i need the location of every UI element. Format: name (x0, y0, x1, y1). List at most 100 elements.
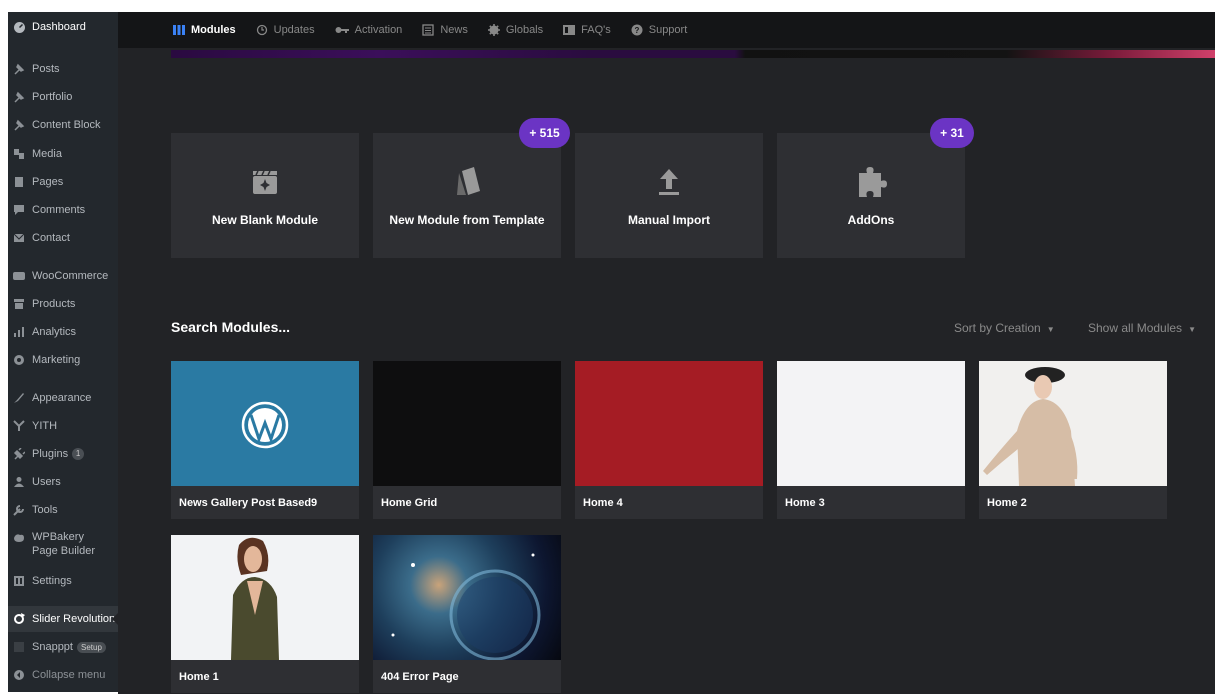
module-title: Home 4 (583, 496, 623, 509)
sidebar-item-label: Content Block (32, 119, 101, 131)
addons-button[interactable]: AddOns (777, 133, 965, 258)
module-title: 404 Error Page (381, 670, 459, 683)
module-card[interactable]: News Gallery Post Based9 (171, 361, 359, 519)
svg-text:?: ? (634, 26, 639, 35)
woman-in-hat-photo (983, 367, 1078, 486)
template-count-badge: + 515 (519, 118, 570, 148)
sidebar-item-marketing[interactable]: Marketing (8, 353, 118, 367)
module-card[interactable]: Home Grid (373, 361, 561, 519)
sidebar-item-users[interactable]: Users (8, 475, 118, 489)
bar-chart-icon (13, 326, 27, 338)
sidebar-item-label: YITH (32, 420, 58, 432)
sidebar-item-label: WPBakery Page Builder (32, 531, 95, 557)
tab-modules[interactable]: Modules (173, 24, 236, 36)
sidebar-item-label: Dashboard (32, 21, 86, 33)
caret-down-icon: ▼ (1046, 325, 1055, 334)
module-card[interactable]: Home 2 (979, 361, 1167, 519)
new-module-from-template-button[interactable]: New Module from Template (373, 133, 561, 258)
sidebar-item-portfolio[interactable]: Portfolio (8, 90, 118, 104)
module-card[interactable]: Home 1 (171, 535, 359, 693)
sidebar-item-wpbakery[interactable]: WPBakery Page Builder (8, 530, 118, 560)
manual-import-button[interactable]: Manual Import (575, 133, 763, 258)
gear-icon (487, 24, 500, 36)
sidebar-item-label: Comments (32, 204, 86, 216)
pin-icon (13, 119, 27, 131)
module-thumbnail (777, 361, 965, 486)
main-panel: Modules Updates Activation News Globals … (118, 12, 1215, 694)
module-card[interactable]: Home 3 (777, 361, 965, 519)
archive-icon (13, 298, 27, 310)
sidebar-item-appearance[interactable]: Appearance (8, 391, 118, 405)
sidebar-item-dashboard[interactable]: Dashboard (8, 12, 118, 42)
pin-icon (13, 91, 27, 103)
sidebar-item-media[interactable]: Media (8, 147, 118, 161)
action-label: Manual Import (627, 212, 710, 227)
sidebar-item-pages[interactable]: Pages (8, 175, 118, 189)
sidebar-item-label: Collapse menu (32, 669, 106, 681)
sidebar-item-analytics[interactable]: Analytics (8, 325, 118, 339)
sidebar-item-yith[interactable]: YITH (8, 419, 118, 433)
search-modules-input[interactable]: Search Modules... (171, 319, 290, 335)
tab-faqs[interactable]: FAQ's (563, 24, 611, 36)
tab-label: Modules (191, 24, 236, 36)
sidebar-item-label: Portfolio (32, 91, 73, 103)
tab-globals[interactable]: Globals (487, 24, 544, 36)
new-blank-module-button[interactable]: New Blank Module (171, 133, 359, 258)
module-card[interactable]: Home 4 (575, 361, 763, 519)
sidebar-item-label: Products (32, 298, 76, 310)
sidebar-item-label: Settings (32, 575, 72, 587)
admin-sidebar: Dashboard Posts Portfolio Content Block … (8, 12, 118, 692)
module-thumbnail (373, 535, 561, 660)
tab-support[interactable]: ? Support (631, 24, 688, 36)
mail-icon (13, 232, 27, 244)
sidebar-item-content-block[interactable]: Content Block (8, 118, 118, 132)
sort-dropdown[interactable]: Sort by Creation ▼ (954, 321, 1055, 335)
brush-icon (13, 392, 27, 404)
sidebar-item-tools[interactable]: Tools (8, 503, 118, 517)
sidebar-item-plugins[interactable]: Plugins 1 (8, 447, 118, 461)
wordpress-logo-icon (241, 401, 289, 449)
sidebar-item-products[interactable]: Products (8, 297, 118, 311)
sidebar-item-woocommerce[interactable]: WooCommerce (8, 269, 118, 283)
wrench-icon (13, 504, 27, 516)
tab-label: Support (648, 24, 688, 36)
modules-icon (173, 25, 185, 35)
sidebar-item-label: Tools (32, 504, 58, 516)
pages-icon (13, 176, 27, 188)
tab-label: Globals (505, 24, 544, 36)
yith-icon (13, 420, 27, 432)
module-title: Home Grid (381, 496, 438, 509)
sidebar-item-label: Slider Revolution (32, 613, 116, 625)
tab-updates[interactable]: Updates (256, 24, 315, 36)
sidebar-item-settings[interactable]: Settings (8, 574, 118, 588)
hero-banner-strip (171, 50, 1215, 58)
filter-dropdown[interactable]: Show all Modules ▼ (1088, 321, 1196, 335)
upload-icon (658, 165, 680, 199)
module-thumbnail (373, 361, 561, 486)
wpbakery-icon (13, 532, 27, 544)
module-card[interactable]: 404 Error Page (373, 535, 561, 693)
module-title: Home 2 (987, 496, 1027, 509)
addons-count-badge: + 31 (930, 118, 974, 148)
collapse-icon (13, 669, 27, 681)
collapse-menu-button[interactable]: Collapse menu (8, 668, 118, 682)
caret-down-icon: ▼ (1188, 325, 1196, 334)
tab-activation[interactable]: Activation (335, 24, 402, 36)
sidebar-item-contact[interactable]: Contact (8, 231, 118, 245)
sidebar-item-slider-revolution[interactable]: Slider Revolution (8, 606, 118, 632)
woocommerce-icon (13, 270, 27, 282)
plugin-icon (13, 447, 27, 460)
news-icon (422, 24, 434, 36)
sidebar-item-label: Contact (32, 232, 70, 244)
module-thumbnail (171, 361, 359, 486)
plugins-count-badge: 1 (72, 448, 85, 460)
tab-news[interactable]: News (422, 24, 468, 36)
filter-dropdown-value: Show all Modules (1088, 321, 1183, 335)
blank-module-icon (250, 165, 280, 199)
sidebar-item-comments[interactable]: Comments (8, 203, 118, 217)
faq-icon (563, 25, 576, 35)
nebula-image (391, 553, 541, 660)
refresh-icon (13, 613, 27, 625)
sidebar-item-snapppt[interactable]: Snapppt Setup (8, 640, 118, 654)
sidebar-item-posts[interactable]: Posts (8, 62, 118, 76)
